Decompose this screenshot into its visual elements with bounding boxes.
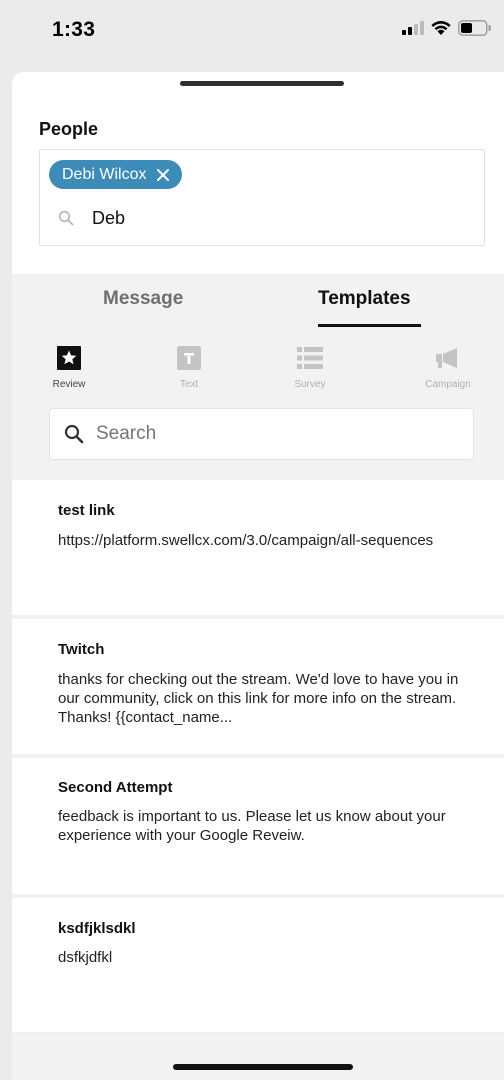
list-icon — [270, 346, 350, 370]
template-body: dsfkjdfkl — [58, 949, 113, 966]
status-icons — [402, 20, 492, 41]
template-item[interactable]: ksdfjklsdkl dsfkjdfkl — [12, 898, 504, 1032]
template-body: https://platform.swellcx.com/3.0/campaig… — [58, 532, 434, 549]
template-type-survey[interactable]: Survey — [270, 346, 350, 390]
template-title: ksdfjklsdkl — [58, 920, 136, 937]
templates-panel: Message Templates Review Text Survey Cam… — [12, 274, 504, 480]
template-item[interactable]: test link https://platform.swellcx.com/3… — [12, 480, 504, 615]
tab-message[interactable]: Message — [103, 288, 183, 310]
template-type-review[interactable]: Review — [29, 346, 109, 390]
search-icon — [64, 424, 84, 449]
tab-templates[interactable]: Templates — [318, 288, 411, 310]
template-title: Second Attempt — [58, 779, 173, 796]
template-search-input[interactable] — [96, 423, 436, 445]
status-time: 1:33 — [52, 18, 96, 41]
status-bar: 1:33 — [0, 0, 504, 64]
template-body: thanks for checking out the stream. We'd… — [58, 671, 459, 726]
template-type-campaign[interactable]: Campaign — [408, 346, 488, 390]
template-title: Twitch — [58, 641, 105, 658]
search-icon — [58, 210, 74, 231]
template-type-label: Survey — [294, 379, 326, 390]
template-item[interactable]: Twitch thanks for checking out the strea… — [12, 619, 504, 754]
cellular-signal-icon — [402, 21, 424, 40]
compose-sheet: People Debi Wilcox Message Templates — [12, 72, 504, 1080]
sheet-grabber[interactable] — [180, 81, 344, 86]
recipient-chip[interactable]: Debi Wilcox — [49, 160, 183, 189]
text-icon — [149, 346, 229, 370]
star-icon — [29, 346, 109, 370]
template-item[interactable]: Second Attempt feedback is important to … — [12, 758, 504, 894]
bottom-bar — [12, 1036, 504, 1080]
home-indicator — [173, 1064, 353, 1070]
active-tab-indicator — [318, 324, 421, 327]
people-label: People — [39, 119, 99, 139]
battery-icon — [458, 20, 492, 41]
template-type-label: Review — [52, 379, 86, 390]
close-icon[interactable] — [156, 168, 170, 182]
people-field[interactable]: Debi Wilcox — [39, 149, 485, 246]
template-search-box[interactable] — [49, 408, 474, 460]
template-type-text[interactable]: Text — [149, 346, 229, 390]
megaphone-icon — [408, 346, 488, 370]
template-type-label: Campaign — [425, 379, 471, 390]
template-title: test link — [58, 502, 115, 519]
people-search-input[interactable] — [92, 208, 392, 229]
recipient-chip-label: Debi Wilcox — [62, 165, 147, 183]
template-body: feedback is important to us. Please let … — [58, 808, 446, 844]
wifi-icon — [430, 20, 452, 41]
template-type-label: Text — [179, 379, 199, 390]
